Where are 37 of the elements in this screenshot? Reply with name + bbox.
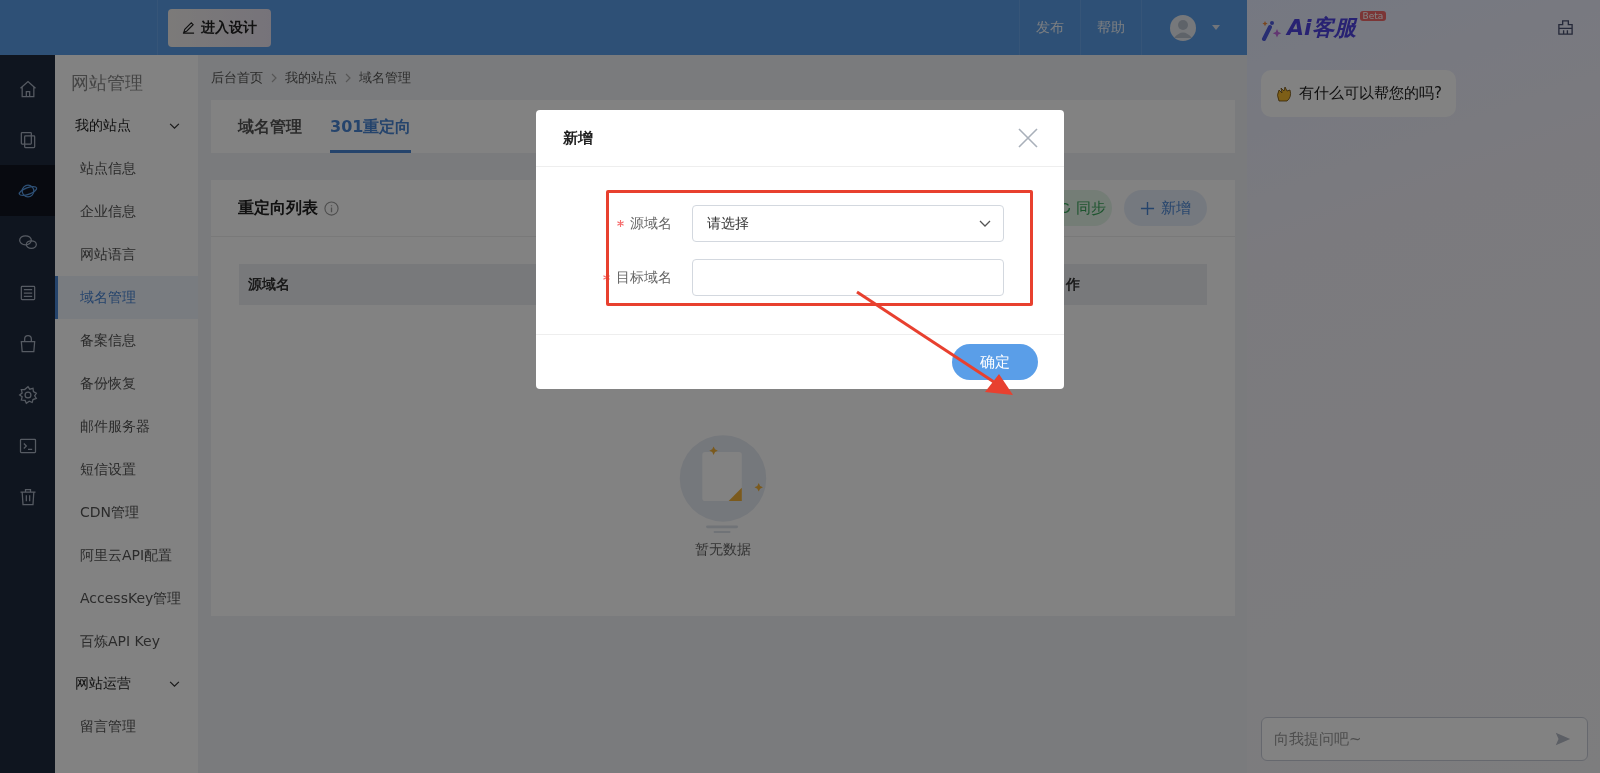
menu-item[interactable]: AccessKey管理 <box>55 577 198 620</box>
confirm-button[interactable]: 确定 <box>952 344 1038 380</box>
menu-item[interactable]: 域名管理 <box>55 276 198 319</box>
beta-badge: Beta <box>1359 10 1387 21</box>
menu-title: 网站管理 <box>70 71 144 95</box>
select-field[interactable]: 请选择 <box>692 205 1004 242</box>
column-header: 作 <box>1066 275 1080 292</box>
top-link[interactable]: 帮助 <box>1080 0 1141 55</box>
enter-design-button[interactable]: 进入设计 <box>168 8 271 47</box>
breadcrumb-link[interactable]: 我的站点 <box>285 68 337 87</box>
menu-item[interactable]: 备份恢复 <box>55 362 198 405</box>
ai-title: Ai客服 <box>1287 14 1356 41</box>
menu-item[interactable]: 备案信息 <box>55 319 198 362</box>
menu-item[interactable]: 短信设置 <box>55 448 198 491</box>
menu-item[interactable]: 阿里云API配置 <box>55 534 198 577</box>
menu-item[interactable]: 邮件服务器 <box>55 405 198 448</box>
top-link[interactable]: 发布 <box>1019 0 1080 55</box>
field-label: 目标域名 <box>616 268 672 287</box>
menu-group[interactable]: 我的站点 <box>55 105 198 147</box>
menu-item[interactable]: 网站语言 <box>55 233 198 276</box>
tab[interactable]: 域名管理 <box>238 100 302 153</box>
menu-item[interactable]: 留言管理 <box>55 705 198 748</box>
breadcrumb-link[interactable]: 后台首页 <box>211 68 263 87</box>
menu-item[interactable]: 企业信息 <box>55 190 198 233</box>
dialog-title: 新增 <box>563 128 593 148</box>
list-title: 重定向列表 <box>238 197 318 219</box>
menu-item[interactable]: 站点信息 <box>55 147 198 190</box>
menu-group[interactable]: 网站运营 <box>55 663 198 705</box>
tab[interactable]: 301重定向 <box>330 100 412 153</box>
field-label: 源域名 <box>630 214 672 233</box>
greeting-text: 有什么可以帮您的吗? <box>1299 84 1442 103</box>
menu-item[interactable]: CDN管理 <box>55 491 198 534</box>
column-header: 源域名 <box>248 275 290 292</box>
empty-text: 暂无数据 <box>695 541 751 559</box>
add-button[interactable]: 新增 <box>1124 190 1207 226</box>
menu-item[interactable]: 百炼API Key <box>55 620 198 663</box>
breadcrumb-link[interactable]: 域名管理 <box>359 68 411 87</box>
